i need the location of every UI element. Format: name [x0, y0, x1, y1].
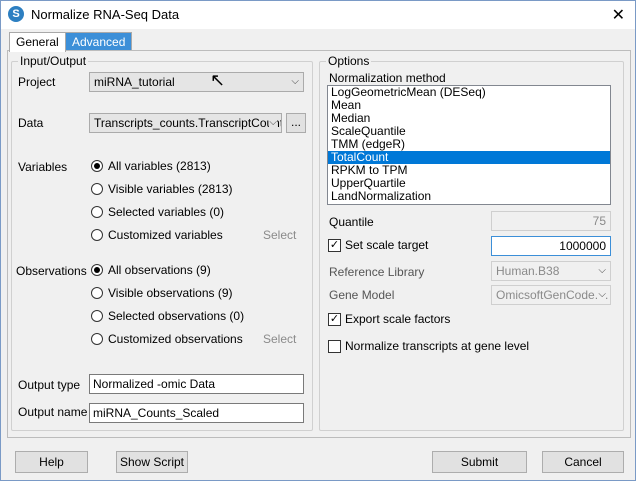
data-select[interactable]: Transcripts_counts.TranscriptCount ⌵	[89, 113, 282, 133]
radio-selected-observations[interactable]	[91, 310, 103, 322]
radio-customized-observations[interactable]	[91, 333, 103, 345]
output-name-label: Output name	[18, 405, 88, 419]
reference-library-label: Reference Library	[329, 265, 425, 279]
export-scale-factors-label: Export scale factors	[345, 312, 451, 326]
data-label: Data	[18, 116, 44, 130]
output-type-label: Output type	[18, 378, 81, 392]
export-scale-factors-checkbox[interactable]: ✓	[328, 313, 341, 326]
visible-variables-label: Visible variables (2813)	[108, 182, 233, 196]
gene-model-label: Gene Model	[329, 288, 395, 302]
radio-all-observations[interactable]	[91, 264, 103, 276]
chevron-down-icon: ⌵	[598, 286, 606, 304]
radio-all-variables[interactable]	[91, 160, 103, 172]
quantile-label: Quantile	[329, 215, 374, 229]
customized-variables-label: Customized variables	[108, 228, 223, 242]
options-legend: Options	[326, 54, 372, 68]
observations-label: Observations	[16, 264, 87, 278]
reference-library-value: Human.B38	[496, 264, 560, 278]
data-value: Transcripts_counts.TranscriptCount	[94, 116, 282, 130]
show-script-button[interactable]: Show Script	[116, 451, 188, 473]
tab-general[interactable]: General	[9, 32, 66, 52]
scale-target-label: Set scale target	[345, 238, 429, 252]
scale-target-field[interactable]: 1000000	[491, 236, 611, 256]
app-logo-icon: S	[8, 6, 24, 22]
gene-model-value: OmicsoftGenCode.V.	[496, 288, 609, 302]
all-variables-label: All variables (2813)	[108, 159, 211, 173]
method-item[interactable]: LogGeometricMean (DESeq)	[328, 86, 610, 99]
visible-observations-label: Visible observations (9)	[108, 286, 233, 300]
normalize-transcripts-checkbox[interactable]	[328, 340, 341, 353]
customized-observations-label: Customized observations	[108, 332, 243, 346]
project-value: miRNA_tutorial	[94, 75, 175, 89]
normalization-method-label: Normalization method	[329, 71, 446, 85]
reference-library-select[interactable]: Human.B38 ⌵	[491, 261, 611, 281]
output-name-field[interactable]: miRNA_Counts_Scaled	[89, 403, 304, 423]
observations-select-link[interactable]: Select	[263, 332, 296, 346]
mouse-cursor-icon: ↖	[210, 70, 226, 90]
title-bar: S Normalize RNA-Seq Data ✕	[1, 1, 635, 29]
method-item[interactable]: LandNormalization	[328, 190, 610, 203]
radio-visible-observations[interactable]	[91, 287, 103, 299]
tab-advanced[interactable]: Advanced	[65, 32, 133, 51]
output-type-field[interactable]: Normalized -omic Data	[89, 374, 304, 394]
scale-target-checkbox[interactable]: ✓	[328, 239, 341, 252]
cancel-button[interactable]: Cancel	[542, 451, 624, 473]
chevron-down-icon: ⌵	[269, 114, 277, 132]
radio-visible-variables[interactable]	[91, 183, 103, 195]
radio-selected-variables[interactable]	[91, 206, 103, 218]
normalization-method-list[interactable]: LogGeometricMean (DESeq) Mean Median Sca…	[327, 85, 611, 205]
dialog-window: S Normalize RNA-Seq Data ✕ General Advan…	[0, 0, 636, 481]
close-icon[interactable]: ✕	[612, 5, 625, 25]
selected-observations-label: Selected observations (0)	[108, 309, 245, 323]
variables-label: Variables	[18, 160, 68, 174]
all-observations-label: All observations (9)	[108, 263, 211, 277]
input-output-legend: Input/Output	[18, 54, 89, 68]
variables-select-link[interactable]: Select	[263, 228, 296, 242]
gene-model-select[interactable]: OmicsoftGenCode.V. ⌵	[491, 285, 611, 305]
help-button[interactable]: Help	[15, 451, 88, 473]
selected-variables-label: Selected variables (0)	[108, 205, 225, 219]
quantile-field[interactable]: 75	[491, 211, 611, 231]
radio-customized-variables[interactable]	[91, 229, 103, 241]
chevron-down-icon: ⌵	[291, 76, 299, 87]
normalize-transcripts-label: Normalize transcripts at gene level	[345, 339, 530, 353]
project-label: Project	[18, 75, 56, 89]
submit-button[interactable]: Submit	[432, 451, 527, 473]
project-select[interactable]: miRNA_tutorial ⌵	[89, 72, 304, 92]
window-title: Normalize RNA-Seq Data	[31, 7, 180, 22]
data-browse-button[interactable]: ...	[286, 113, 306, 133]
method-item[interactable]: Mean	[328, 99, 610, 112]
chevron-down-icon: ⌵	[598, 265, 606, 276]
